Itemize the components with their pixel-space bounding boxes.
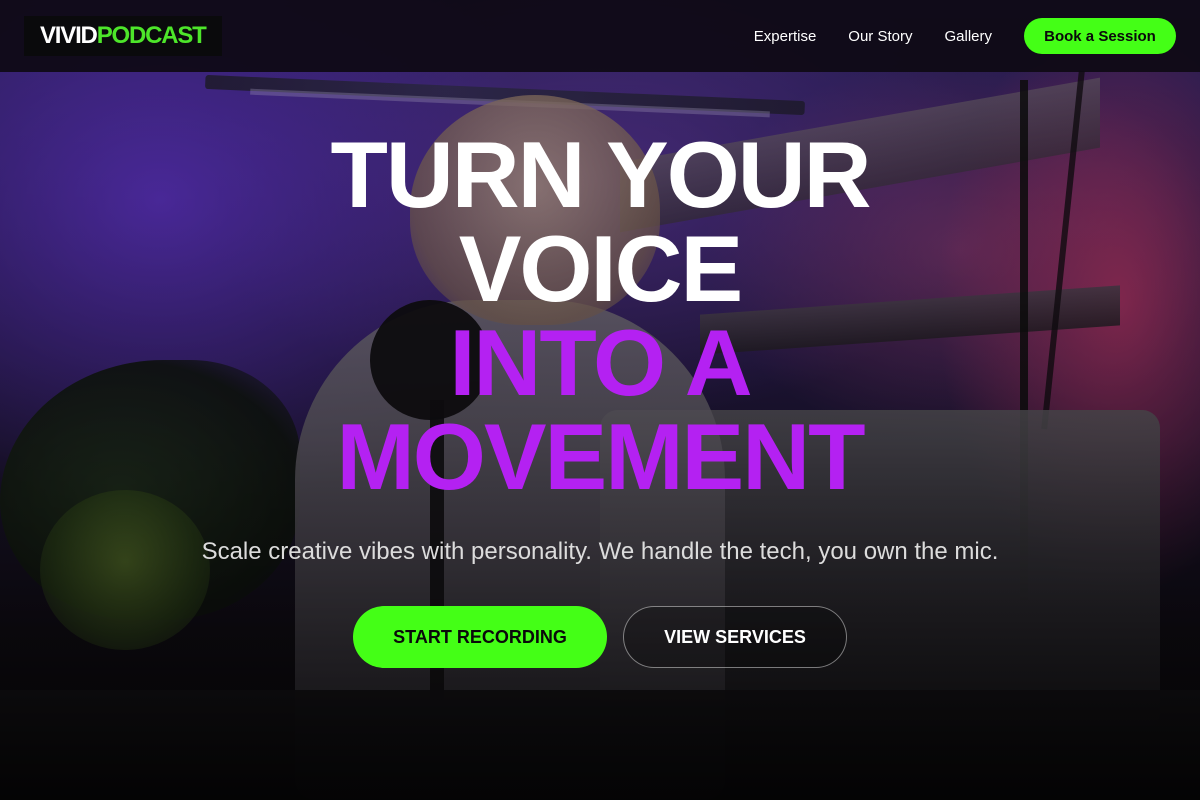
- nav-link-expertise[interactable]: Expertise: [754, 28, 817, 45]
- headline-line-2: VOICE: [458, 216, 744, 321]
- headline-line-4: MOVEMENT: [336, 404, 865, 509]
- logo-text-accent: PODCAST: [96, 22, 207, 49]
- top-navbar: VIVID PODCAST Expertise Our Story Gallery…: [0, 0, 1200, 72]
- nav-link-our-story[interactable]: Our Story: [848, 28, 912, 45]
- hero-headline: TURN YOUR VOICE INTO A MOVEMENT: [0, 128, 1200, 504]
- hero-subheadline: Scale creative vibes with personality. W…: [201, 538, 999, 565]
- view-services-button[interactable]: VIEW SERVICES: [623, 606, 847, 668]
- site-logo[interactable]: VIVID PODCAST: [24, 16, 222, 56]
- page: VIVID PODCAST Expertise Our Story Gallery…: [0, 0, 1200, 800]
- start-recording-button[interactable]: START RECORDING: [353, 606, 607, 668]
- logo-text-primary: VIVID: [40, 22, 98, 49]
- headline-line-1: TURN YOUR: [330, 122, 871, 227]
- hero-section: TURN YOUR VOICE INTO A MOVEMENT Scale cr…: [0, 128, 1200, 668]
- nav-links: Expertise Our Story Gallery: [754, 0, 992, 72]
- nav-link-gallery[interactable]: Gallery: [944, 28, 992, 45]
- hero-cta-row: START RECORDING VIEW SERVICES: [0, 606, 1200, 668]
- headline-line-3: INTO A: [449, 310, 752, 415]
- book-session-button[interactable]: Book a Session: [1024, 18, 1176, 54]
